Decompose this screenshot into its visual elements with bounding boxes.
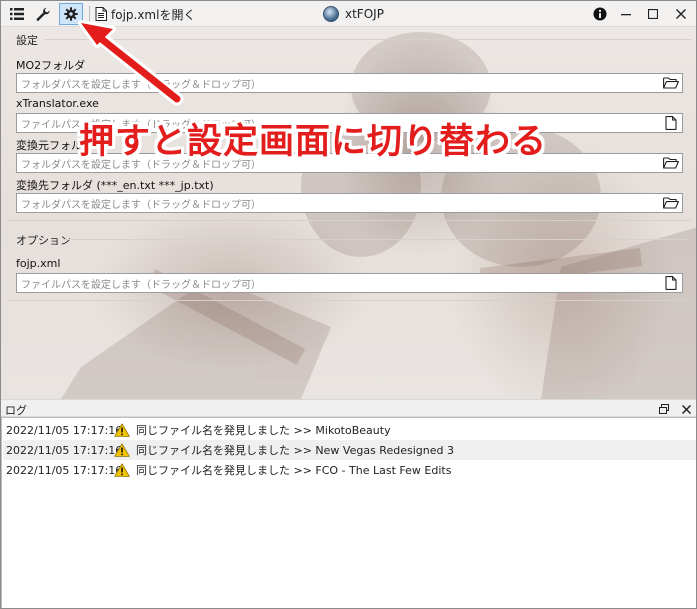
settings-group-label: 設定 [16,34,38,47]
source-folder-browse-button[interactable] [660,154,682,172]
log-timestamp: 2022/11/05 17:17:16 [6,463,123,477]
log-close-button[interactable] [678,401,694,417]
fojp-xml-browse-button[interactable] [660,274,682,292]
log-entry: 2022/11/05 17:17:16 同じファイル名を発見しました >> Mi… [3,420,696,440]
tools-button[interactable] [31,3,55,25]
warning-icon [114,463,136,477]
open-fojp-button[interactable]: fojp.xmlを開く [95,5,195,23]
menu-list-button[interactable] [5,3,29,25]
xtranslator-browse-button[interactable] [660,114,682,132]
minimize-button[interactable] [615,4,637,24]
file-icon [665,276,677,290]
dest-folder-input[interactable]: フォルダパスを設定します（ドラッグ＆ドロップ可） [17,196,660,211]
log-list[interactable]: 2022/11/05 17:17:16 同じファイル名を発見しました >> Mi… [1,417,696,608]
log-message: 同じファイル名を発見しました >> MikotoBeauty [136,424,391,437]
fojp-xml-input[interactable]: ファイルパスを設定します（ドラッグ＆ドロップ可） [17,276,660,291]
log-entry: 2022/11/05 17:17:16 同じファイル名を発見しました >> FC… [3,460,696,480]
dest-folder-field[interactable]: フォルダパスを設定します（ドラッグ＆ドロップ可） [16,193,683,213]
list-icon [10,8,24,20]
dest-folder-browse-button[interactable] [660,194,682,212]
mo2-folder-browse-button[interactable] [660,74,682,92]
close-icon [681,404,691,414]
warning-icon [114,423,136,437]
options-group-label: オプション [16,234,71,247]
settings-panel: 設定 MO2フォルダ フォルダパスを設定します（ドラッグ＆ドロップ可） xTra… [1,27,696,399]
title-bar: fojp.xmlを開く xtFOJP [1,1,696,27]
close-button[interactable] [670,4,692,24]
log-timestamp: 2022/11/05 17:17:16 [6,423,123,437]
minimize-icon [621,14,631,16]
fojp-xml-label: fojp.xml [16,257,61,270]
mo2-folder-field[interactable]: フォルダパスを設定します（ドラッグ＆ドロップ可） [16,73,683,93]
gear-icon [64,7,78,21]
folder-open-icon [663,157,679,169]
maximize-icon [648,9,658,19]
app-window: fojp.xmlを開く xtFOJP 設定 MO2フォルダ フォルダパスを設定し… [0,0,697,609]
folder-open-icon [663,77,679,89]
settings-button[interactable] [59,3,83,25]
restore-window-icon [659,404,669,414]
log-message: 同じファイル名を発見しました >> New Vegas Redesigned 3 [136,444,454,457]
log-message: 同じファイル名を発見しました >> FCO - The Last Few Edi… [136,464,452,477]
log-title: ログ [5,404,27,417]
xtranslator-label: xTranslator.exe [16,97,99,110]
fojp-xml-field[interactable]: ファイルパスを設定します（ドラッグ＆ドロップ可） [16,273,683,293]
app-title-area: xtFOJP [323,4,384,24]
file-icon [665,116,677,130]
folder-open-icon [663,197,679,209]
maximize-button[interactable] [642,4,664,24]
annotation-text: 押すと設定画面に切り替わる [79,122,548,162]
settings-group-bottom [7,220,691,221]
document-icon [95,7,107,21]
settings-group-divider [45,39,691,40]
open-fojp-label: fojp.xmlを開く [111,7,196,22]
toolbar-separator [89,6,90,22]
dest-folder-label: 変換先フォルダ (***_en.txt ***_jp.txt) [16,179,214,192]
log-float-button[interactable] [656,401,672,417]
close-icon [676,9,686,19]
log-timestamp: 2022/11/05 17:17:16 [6,443,123,457]
wrench-icon [36,7,50,21]
warning-icon [114,443,136,457]
log-entry: 2022/11/05 17:17:16 同じファイル名を発見しました >> Ne… [3,440,696,460]
mo2-folder-input[interactable]: フォルダパスを設定します（ドラッグ＆ドロップ可） [17,76,660,91]
info-icon [593,7,607,21]
options-group-bottom [7,300,691,301]
app-logo-icon [323,6,339,22]
log-header: ログ [1,399,696,417]
app-title: xtFOJP [345,7,384,21]
mo2-folder-label: MO2フォルダ [16,59,86,72]
options-group-divider [65,239,691,240]
info-button[interactable] [589,4,611,24]
